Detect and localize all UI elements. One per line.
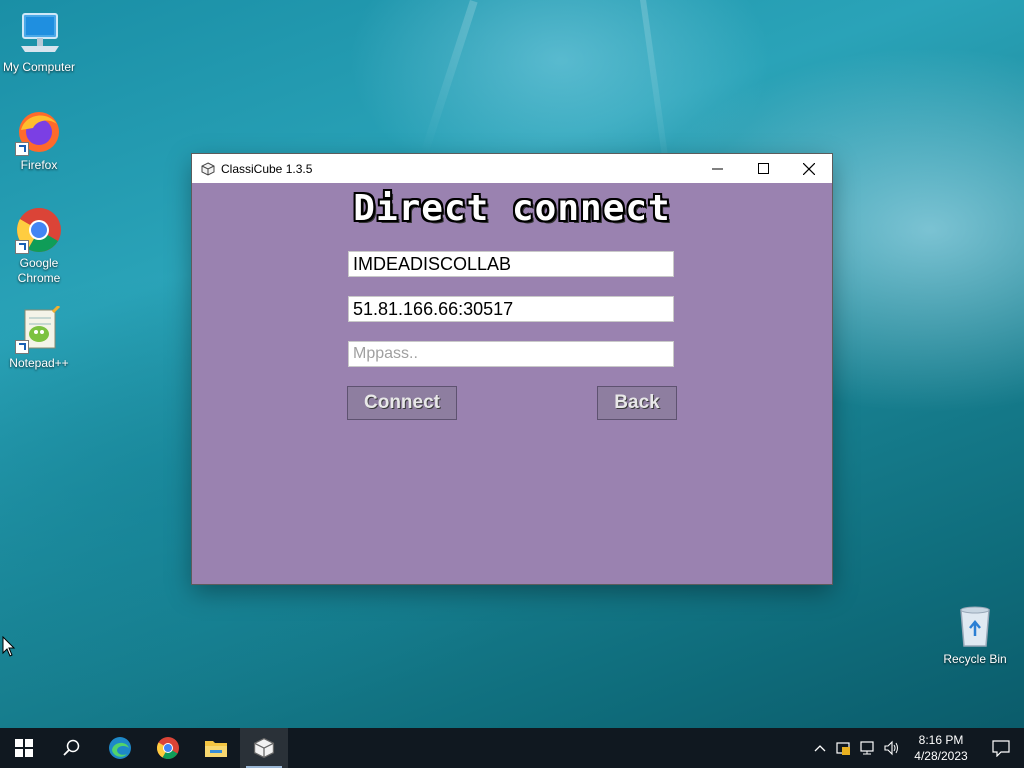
search-icon [63, 739, 80, 756]
chrome-icon [15, 206, 63, 254]
clock-time: 8:16 PM [918, 733, 964, 747]
recycle-bin-icon [951, 602, 999, 650]
username-input[interactable]: IMDEADISCOLLAB [348, 251, 674, 277]
desktop-icon-my-computer[interactable]: My Computer [1, 10, 77, 75]
taskbar: 8:16 PM 4/28/2023 [0, 728, 1024, 768]
maximize-icon [757, 163, 769, 174]
search-button[interactable] [48, 728, 96, 768]
mppass-input[interactable]: Mppass.. [348, 341, 674, 367]
shortcut-arrow-icon [15, 142, 29, 156]
notification-icon [992, 740, 1010, 757]
desktop-icon-notepad-plus-plus[interactable]: Notepad++ [1, 304, 77, 371]
folder-icon [205, 741, 227, 757]
computer-icon [15, 10, 63, 58]
close-icon [803, 162, 815, 175]
maximize-button[interactable] [740, 154, 786, 183]
desktop-icon-google-chrome[interactable]: Google Chrome [1, 206, 77, 286]
window-titlebar[interactable]: ClassiCube 1.3.5 [192, 154, 832, 183]
close-button[interactable] [786, 154, 832, 183]
light-ray [420, 0, 478, 155]
notepad-plus-plus-icon [15, 304, 63, 354]
desktop-icon-label: Google Chrome [17, 256, 61, 285]
desktop-icon-firefox[interactable]: Firefox [1, 108, 77, 173]
chevron-up-icon [814, 745, 826, 752]
device-warning-icon [836, 742, 850, 755]
windows-logo-icon [15, 739, 33, 757]
tray-device-button[interactable] [832, 728, 856, 768]
taskbar-chrome[interactable] [144, 728, 192, 768]
edge-icon [109, 737, 131, 759]
classicube-app-icon [253, 737, 275, 759]
notification-center-button[interactable] [978, 728, 1024, 768]
desktop-icon-label: Recycle Bin [943, 652, 1007, 666]
server-address-input[interactable]: 51.81.166.66:30517 [348, 296, 674, 322]
classicube-window: ClassiCube 1.3.5 Direct connect IMDEADIS… [192, 154, 832, 584]
mouse-cursor-icon [2, 635, 16, 663]
network-icon [860, 741, 874, 755]
page-title: Direct connect [353, 188, 671, 229]
desktop-icon-recycle-bin[interactable]: Recycle Bin [937, 602, 1013, 667]
clock-date: 4/28/2023 [914, 749, 968, 763]
desktop-icon-label: My Computer [2, 60, 76, 74]
minimize-button[interactable] [694, 154, 740, 183]
firefox-icon [15, 108, 63, 156]
connect-button[interactable]: Connect [347, 386, 457, 420]
shortcut-arrow-icon [15, 340, 29, 354]
system-tray: 8:16 PM 4/28/2023 [808, 728, 1024, 768]
desktop-icon-label: Firefox [20, 158, 58, 172]
taskbar-clock[interactable]: 8:16 PM 4/28/2023 [904, 732, 978, 764]
taskbar-edge[interactable] [96, 728, 144, 768]
taskbar-file-explorer[interactable] [192, 728, 240, 768]
network-button[interactable] [856, 728, 880, 768]
volume-button[interactable] [880, 728, 904, 768]
taskbar-classicube[interactable] [240, 728, 288, 768]
desktop-icon-label: Notepad++ [9, 356, 69, 370]
classicube-app-icon [201, 161, 215, 176]
window-title: ClassiCube 1.3.5 [221, 161, 313, 176]
volume-icon [884, 740, 898, 756]
minimize-icon [711, 168, 723, 170]
shortcut-arrow-icon [15, 240, 29, 254]
back-button[interactable]: Back [597, 386, 677, 420]
chrome-icon [157, 737, 179, 759]
show-hidden-icons-button[interactable] [808, 728, 832, 768]
start-button[interactable] [0, 728, 48, 768]
